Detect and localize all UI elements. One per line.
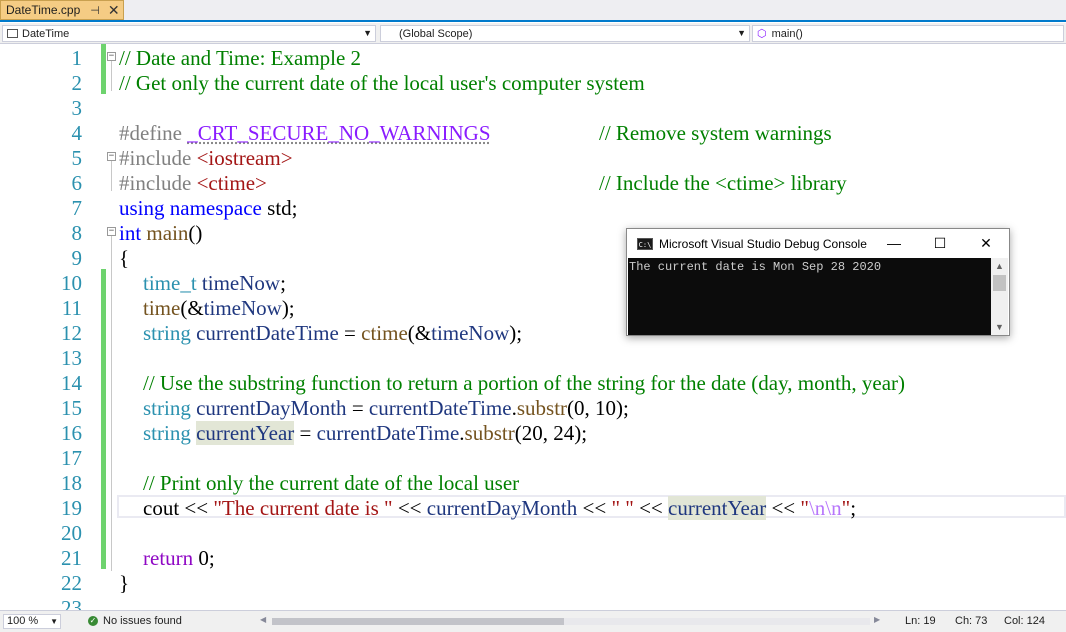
line-number: 9 [71,246,83,270]
close-icon[interactable]: ✕ [108,3,120,17]
fold-guide [111,161,112,191]
code-line-9: { [119,246,130,270]
line-number: 21 [61,546,82,570]
line-number: 23 [61,596,82,610]
line-number: 14 [61,371,82,395]
member-name: main() [771,27,803,40]
scroll-right-icon[interactable]: ▶ [874,615,880,624]
code-line-16: string currentYear = currentDateTime.sub… [143,421,588,445]
code-line-21: return 0; [143,546,215,570]
code-line-4: #define _CRT_SECURE_NO_WARNINGS// Remove… [119,121,832,145]
column-indicator: Col: 124 [1004,615,1045,627]
code-line-15: string currentDayMonth = currentDateTime… [143,396,629,420]
collapse-icon[interactable]: − [107,52,116,61]
scroll-up-icon[interactable]: ▲ [991,258,1008,274]
scroll-thumb[interactable] [272,618,564,625]
code-line-5: #include <iostream> [119,146,293,170]
line-number: 3 [71,96,83,120]
scope-name: (Global Scope) [399,27,473,40]
line-number: 2 [71,71,83,95]
line-number: 1 [71,46,83,70]
tab-title: DateTime.cpp [6,3,81,17]
check-icon: ✓ [88,616,98,626]
line-number: 6 [71,171,83,195]
line-number: 5 [71,146,83,170]
tab-datetime-cpp[interactable]: DateTime.cpp ⊣ ✕ [0,0,124,20]
scroll-thumb[interactable] [993,275,1006,291]
line-number: 20 [61,521,82,545]
navigation-bar: DateTime ▼ (Global Scope) ▼ ⬡ main() [0,23,1066,44]
code-line-22: } [119,571,130,595]
code-line-14: // Use the substring function to return … [143,371,906,395]
issues-text: No issues found [103,615,182,627]
code-line-10: time_t timeNow; [143,271,286,295]
line-number: 13 [61,346,82,370]
line-number: 8 [71,221,83,245]
code-line-18: // Print only the current date of the lo… [143,471,520,495]
document-tab-strip: DateTime.cpp ⊣ ✕ [0,0,1066,22]
scope-dropdown[interactable]: (Global Scope) ▼ [380,25,750,42]
line-number: 10 [61,271,82,295]
chevron-down-icon: ▼ [737,28,746,38]
fold-guide [111,61,112,91]
fold-guide [111,236,112,571]
code-line-11: time(&timeNow); [143,296,295,320]
member-dropdown[interactable]: ⬡ main() [752,25,1064,42]
chevron-down-icon: ▼ [363,28,372,38]
console-vertical-scrollbar[interactable]: ▲ ▼ [991,258,1008,335]
line-number: 11 [61,296,82,320]
line-indicator: Ln: 19 [905,615,936,627]
code-line-2: // Get only the current date of the loca… [119,71,645,95]
close-button[interactable]: ✕ [963,229,1009,258]
line-number: 7 [71,196,83,220]
line-number: 4 [71,121,83,145]
project-dropdown[interactable]: DateTime ▼ [2,25,376,42]
line-number: 16 [61,421,82,445]
code-line-12: string currentDateTime = ctime(&timeNow)… [143,321,523,345]
line-number: 22 [61,571,82,595]
code-line-6: #include <ctime>// Include the <ctime> l… [119,171,847,195]
scroll-left-icon[interactable]: ◀ [260,615,266,624]
function-icon: ⬡ [757,28,767,40]
code-line-7: using namespace std; [119,196,298,220]
code-line-8: int main() [119,221,203,245]
pin-icon[interactable]: ⊣ [90,4,100,17]
minimize-button[interactable]: — [871,229,917,258]
project-icon [7,29,18,38]
line-number: 19 [61,496,82,520]
chevron-down-icon: ▼ [50,617,58,626]
line-number: 15 [61,396,82,420]
console-output-text: The current date is Mon Sep 28 2020 [629,260,882,274]
collapse-icon[interactable]: − [107,152,116,161]
project-name: DateTime [22,27,70,40]
console-title: Microsoft Visual Studio Debug Console [659,236,867,251]
line-number: 17 [61,446,82,470]
char-indicator: Ch: 73 [955,615,988,627]
console-app-icon: C:\ [637,237,653,250]
code-line-1: // Date and Time: Example 2 [119,46,362,70]
console-output-area[interactable]: The current date is Mon Sep 28 2020 ▲ ▼ [628,258,1008,335]
zoom-dropdown[interactable]: 100 % ▼ [3,614,61,629]
line-number: 12 [61,321,82,345]
change-bar [101,44,106,94]
line-number: 18 [61,471,82,495]
change-bar [101,269,106,569]
scroll-down-icon[interactable]: ▼ [991,319,1008,335]
editor-status-bar: 100 % ▼ ✓ No issues found ◀ ▶ Ln: 19 Ch:… [0,610,1066,632]
zoom-level: 100 % [7,615,39,627]
debug-console-window[interactable]: C:\ Microsoft Visual Studio Debug Consol… [626,228,1010,336]
issues-indicator[interactable]: ✓ No issues found [88,615,182,627]
collapse-icon[interactable]: − [107,227,116,236]
maximize-button[interactable]: ☐ [917,229,963,258]
horizontal-scrollbar[interactable]: ◀ ▶ [258,615,888,627]
code-line-19: cout << "The current date is " << curren… [143,496,857,520]
